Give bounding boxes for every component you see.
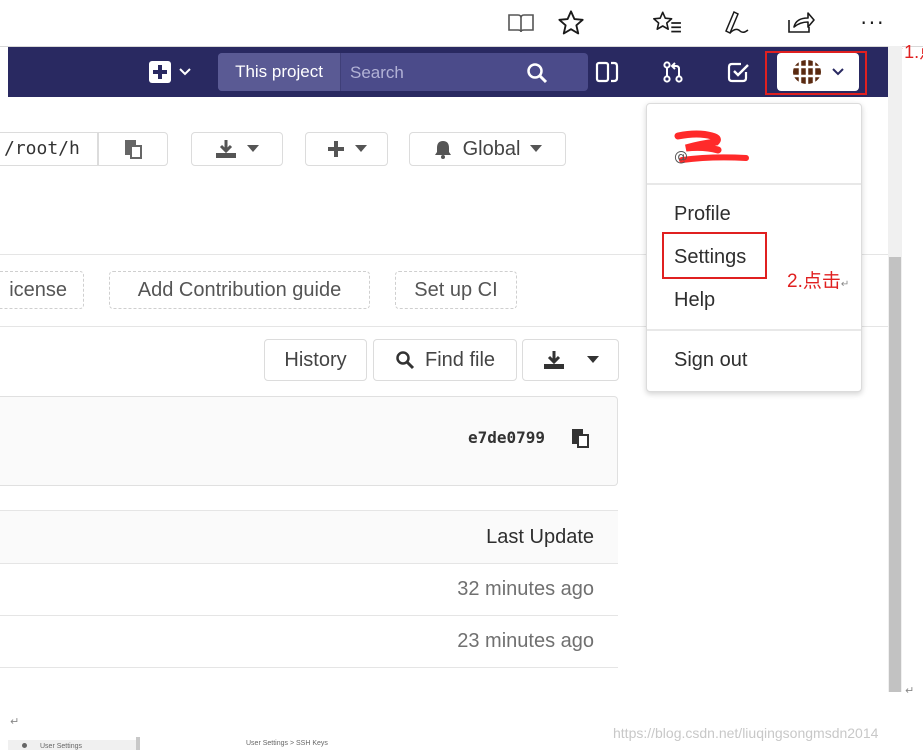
notification-level-label: Global — [462, 137, 521, 160]
plus-icon — [327, 141, 344, 157]
username-at-sign: @ — [674, 149, 688, 165]
search-icon[interactable] — [526, 62, 548, 84]
add-license-button[interactable]: icense — [0, 271, 84, 309]
last-commit-box: e7de0799 — [0, 396, 618, 486]
more-icon[interactable]: ··· — [856, 8, 890, 38]
annotation-step-2: 2.点击↵ — [787, 271, 850, 292]
file-table-header: Last Update — [0, 510, 618, 564]
strip-left-text: User Settings — [40, 743, 83, 750]
user-button-highlight — [765, 51, 867, 95]
redacted-username: @ — [672, 130, 752, 166]
tree-download-button[interactable] — [522, 339, 619, 381]
return-mark: ↵ — [905, 684, 915, 697]
return-mark: ↵ — [10, 715, 20, 728]
caret-down-icon — [247, 145, 259, 152]
scrollbar-thumb[interactable] — [889, 257, 901, 692]
search-scope-button[interactable]: This project — [218, 53, 341, 91]
chevron-down-icon — [179, 68, 191, 76]
notification-dropdown-button[interactable]: Global — [409, 132, 566, 166]
plus-square-icon — [149, 61, 171, 83]
settings-highlight — [662, 232, 767, 279]
set-up-ci-button[interactable]: Set up CI — [395, 271, 517, 309]
commit-sha[interactable]: e7de0799 — [468, 428, 545, 447]
clipboard-icon — [125, 140, 142, 159]
browser-toolbar: ··· — [0, 0, 923, 47]
gitlab-navbar: This project — [8, 47, 888, 97]
download-dropdown-button[interactable] — [191, 132, 283, 166]
caret-down-icon — [530, 145, 543, 152]
add-dropdown-button[interactable] — [305, 132, 388, 166]
find-file-label: Find file — [424, 348, 496, 371]
reading-view-icon[interactable] — [506, 8, 536, 38]
merge-requests-icon[interactable] — [658, 58, 688, 86]
caret-down-icon — [354, 145, 367, 152]
copy-url-button[interactable] — [98, 132, 168, 166]
clone-url-field[interactable]: /root/h — [0, 132, 98, 166]
next-screenshot-strip: User Settings User Settings > SSH Keys — [0, 737, 923, 750]
sign-out-menu-item[interactable]: Sign out — [674, 349, 747, 372]
favorites-list-icon[interactable] — [652, 8, 682, 38]
table-row[interactable]: 23 minutes ago — [0, 615, 618, 668]
dropdown-divider — [647, 329, 861, 331]
last-update-header: Last Update — [486, 526, 594, 548]
last-update-cell: 32 minutes ago — [457, 578, 594, 600]
clipboard-icon[interactable] — [569, 427, 591, 449]
last-update-cell: 23 minutes ago — [457, 630, 594, 652]
profile-menu-item[interactable]: Profile — [674, 203, 731, 226]
pen-icon[interactable] — [720, 8, 750, 38]
help-menu-item[interactable]: Help — [674, 289, 715, 312]
find-file-button[interactable]: Find file — [373, 339, 517, 381]
download-icon — [543, 351, 564, 369]
dropdown-divider — [647, 183, 861, 185]
search-box: This project — [218, 53, 588, 91]
new-item-dropdown[interactable] — [145, 58, 195, 86]
todos-icon[interactable] — [724, 58, 754, 86]
add-contribution-guide-button[interactable]: Add Contribution guide — [109, 271, 370, 309]
issues-board-icon[interactable] — [592, 58, 622, 86]
history-button[interactable]: History — [264, 339, 367, 381]
table-row[interactable]: 32 minutes ago — [0, 563, 618, 616]
search-icon — [396, 351, 415, 370]
bell-icon — [434, 141, 451, 159]
caret-down-icon — [586, 356, 599, 363]
download-icon — [216, 140, 236, 158]
strip-breadcrumb: User Settings > SSH Keys — [246, 740, 328, 747]
share-icon[interactable] — [786, 8, 816, 38]
favorite-star-icon[interactable] — [556, 8, 586, 38]
search-input[interactable] — [348, 53, 542, 91]
